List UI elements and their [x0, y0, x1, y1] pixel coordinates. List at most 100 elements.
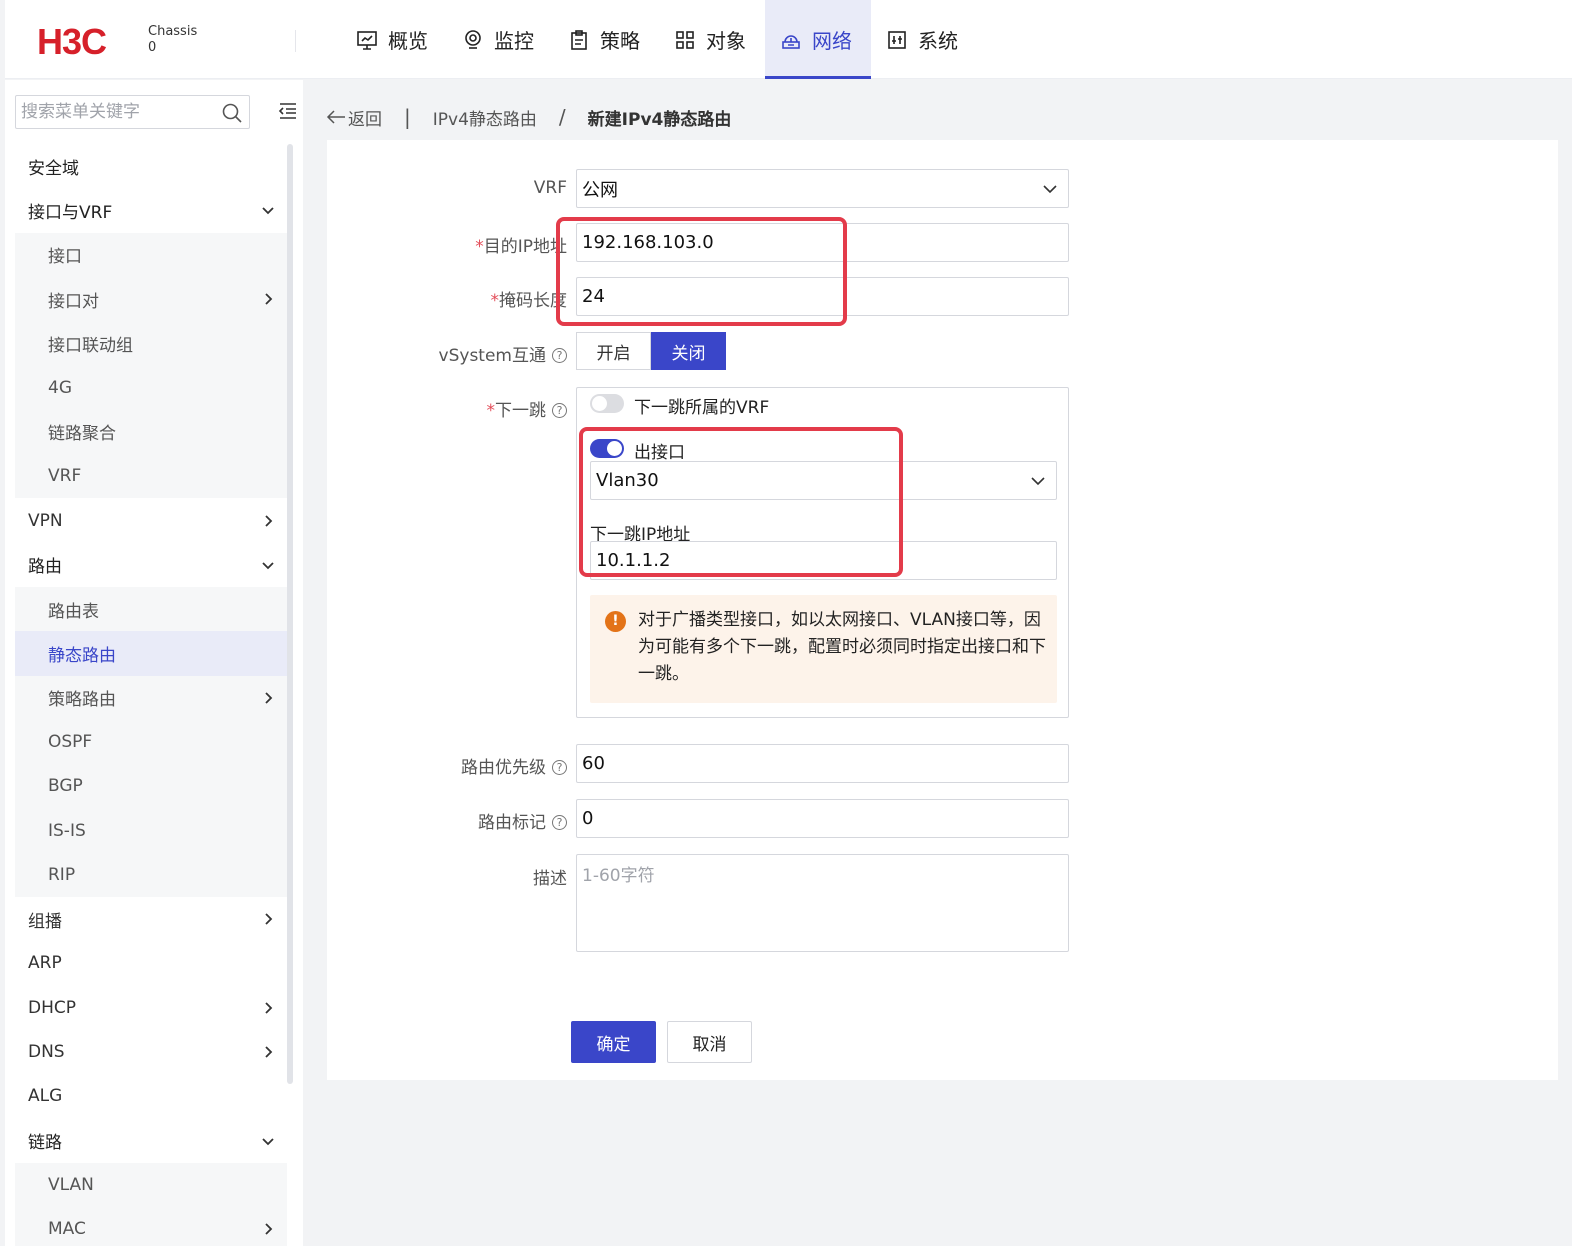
vsystem-off-option[interactable]: 关闭: [651, 332, 726, 370]
sidebar-item-label: 接口对: [48, 291, 99, 312]
sidebar-item-label: IS-IS: [48, 820, 86, 841]
nav-overview[interactable]: 概览: [341, 0, 447, 79]
top-header: H3C Chassis 0 概览 监控 策略 对象 网络 系统: [5, 0, 1572, 79]
back-link[interactable]: 返回: [326, 105, 382, 130]
sidebar-item-rip[interactable]: RIP: [15, 852, 287, 898]
sidebar-item-label: ARP: [28, 953, 62, 974]
sidebar-item-label: 接口: [48, 247, 82, 268]
broadcast-warning: ! 对于广播类型接口，如以太网接口、VLAN接口等，因为可能有多个下一跳，配置时…: [590, 595, 1057, 703]
breadcrumb-parent[interactable]: IPv4静态路由: [433, 105, 537, 130]
sidebar-item-label: OSPF: [48, 732, 93, 752]
nav-policy[interactable]: 策略: [553, 0, 659, 79]
sidebar-item-mac[interactable]: MAC: [15, 1207, 287, 1246]
sidebar-item-label: 静态路由: [48, 645, 116, 666]
location-pin-icon: [465, 29, 481, 49]
sidebar-item-link[interactable]: 链路: [15, 1119, 287, 1163]
chevron-down-icon: [1043, 185, 1057, 194]
network-cloud-icon: [782, 34, 800, 49]
main-nav: 概览 监控 策略 对象 网络 系统: [341, 0, 977, 79]
sidebar-item-multicast[interactable]: 组播: [15, 897, 287, 941]
priority-label: 路由优先级?: [327, 753, 567, 778]
vrf-label: VRF: [533, 178, 567, 198]
collapse-menu-icon[interactable]: [278, 102, 298, 120]
help-icon: ?: [552, 403, 567, 418]
help-icon: ?: [552, 760, 567, 775]
cancel-button[interactable]: 取消: [667, 1021, 752, 1063]
sidebar-item-4g[interactable]: 4G: [15, 365, 287, 410]
description-textarea[interactable]: [577, 855, 1068, 951]
priority-value: 60: [582, 753, 605, 774]
sidebar-item-label: DHCP: [28, 997, 76, 1018]
priority-input[interactable]: 60: [576, 744, 1069, 783]
sidebar-item-policy-route[interactable]: 策略路由: [15, 675, 287, 720]
sidebar-item-alg[interactable]: ALG: [15, 1074, 287, 1118]
sidebar-item-label: 接口联动组: [48, 335, 133, 356]
chevron-down-icon: [262, 1138, 274, 1145]
vsystem-on-option[interactable]: 开启: [576, 332, 651, 370]
chevron-down-icon: [262, 207, 274, 215]
ok-button[interactable]: 确定: [571, 1021, 656, 1063]
vrf-select[interactable]: 公网: [576, 169, 1069, 208]
sidebar-item-label: VRF: [48, 466, 82, 487]
sidebar-item-vrf[interactable]: VRF: [15, 454, 287, 499]
sidebar-item-label: 路由表: [48, 601, 99, 622]
search-icon[interactable]: [221, 102, 243, 124]
sidebar-item-dns[interactable]: DNS: [15, 1030, 287, 1074]
grid-icon: [676, 30, 694, 49]
sidebar-item-bgp[interactable]: BGP: [15, 764, 287, 809]
sidebar-item-label: 链路: [28, 1133, 62, 1154]
chevron-right-icon: [265, 293, 273, 305]
menu-search-input[interactable]: [16, 96, 206, 128]
breadcrumb-slash: /: [558, 105, 566, 129]
sidebar-item-label: 组播: [28, 911, 62, 932]
sidebar-item-interface-pair[interactable]: 接口对: [15, 276, 287, 322]
description-box: [576, 854, 1069, 952]
clipboard-icon: [571, 29, 587, 50]
logo-divider: [295, 30, 296, 52]
route-tag-label: 路由标记?: [327, 808, 567, 833]
help-icon: ?: [552, 815, 567, 830]
sidebar-item-routing[interactable]: 路由: [15, 543, 287, 587]
sidebar-item-dhcp[interactable]: DHCP: [15, 986, 287, 1030]
sidebar-item-interface-vrf[interactable]: 接口与VRF: [15, 188, 287, 232]
route-tag-input[interactable]: 0: [576, 799, 1069, 838]
h3c-logo[interactable]: H3C: [37, 24, 107, 60]
nav-network[interactable]: 网络: [765, 0, 871, 79]
sidebar-item-arp[interactable]: ARP: [15, 941, 287, 985]
vsystem-label: vSystem互通?: [327, 341, 567, 366]
form-panel: VRF 公网 *目的IP地址 192.168.103.0 *掩码长度 24 vS…: [327, 140, 1558, 1080]
sidebar-item-label: 4G: [48, 377, 72, 398]
nexthop-vrf-switch[interactable]: [590, 394, 624, 413]
nav-system[interactable]: 系统: [871, 0, 977, 79]
sidebar-item-label: ALG: [28, 1086, 63, 1107]
chevron-right-icon: [265, 1046, 273, 1058]
sidebar-item-interface[interactable]: 接口: [15, 232, 287, 277]
back-label: 返回: [348, 109, 382, 130]
sidebar-item-is-is[interactable]: IS-IS: [15, 808, 287, 853]
sidebar-item-security-zone[interactable]: 安全域: [15, 144, 287, 188]
settings-panel-icon: [888, 30, 906, 49]
nav-object[interactable]: 对象: [659, 0, 765, 79]
sidebar-item-ospf[interactable]: OSPF: [15, 719, 287, 765]
sidebar-item-interface-link-group[interactable]: 接口联动组: [15, 321, 287, 366]
breadcrumb-current: 新建IPv4静态路由: [587, 109, 732, 130]
sidebar-item-label: 路由: [28, 557, 62, 578]
nav-monitor[interactable]: 监控: [447, 0, 553, 79]
sidebar-item-vpn[interactable]: VPN: [15, 498, 287, 542]
breadcrumb: 返回 | IPv4静态路由 / 新建IPv4静态路由: [326, 102, 731, 132]
arrow-left-icon: [326, 110, 345, 124]
nav-monitor-label: 监控: [494, 29, 534, 53]
chassis-info: Chassis 0: [148, 24, 197, 56]
sidebar-item-label: 策略路由: [48, 690, 116, 711]
sidebar-item-link-aggregation[interactable]: 链路聚合: [15, 409, 287, 455]
chevron-right-icon: [265, 692, 273, 704]
nav-overview-label: 概览: [388, 29, 428, 53]
sidebar-item-route-table[interactable]: 路由表: [15, 586, 287, 632]
sidebar-item-label: 链路聚合: [48, 424, 116, 445]
sidebar-scrollbar[interactable]: [287, 144, 293, 1084]
sidebar-item-vlan[interactable]: VLAN: [15, 1162, 287, 1208]
sidebar-item-label: 接口与VRF: [28, 202, 113, 223]
sidebar: 安全域 接口与VRF 接口 接口对 接口联动组 4G 链路聚合 VRF VPN …: [5, 80, 303, 1246]
route-tag-value: 0: [582, 808, 594, 829]
sidebar-item-static-route[interactable]: 静态路由: [15, 631, 287, 676]
